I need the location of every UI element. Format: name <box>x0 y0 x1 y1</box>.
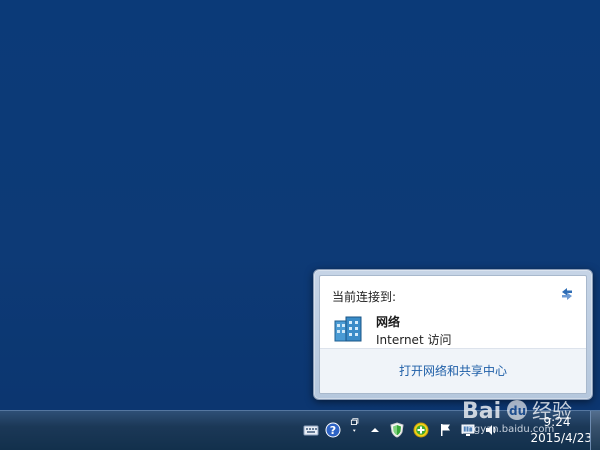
currently-connected-label: 当前连接到: <box>332 290 397 304</box>
baidu-logo: Bai du 经验 <box>462 399 572 424</box>
open-network-sharing-center-link[interactable]: 打开网络和共享中心 <box>320 362 586 379</box>
svg-text:Bai: Bai <box>462 399 501 424</box>
flyout-content: 当前连接到: 网络 Internet 访问 打开网络和共享中心 <box>319 275 587 394</box>
svg-text:?: ? <box>330 424 336 437</box>
network-status: Internet 访问 <box>376 333 452 347</box>
watermark-url: jingyan.baidu.com <box>462 424 555 435</box>
security-shield-icon[interactable] <box>389 422 405 438</box>
show-hidden-icons-arrow[interactable] <box>367 422 383 438</box>
network-name: 网络 <box>376 315 401 329</box>
network-flyout: 当前连接到: 网络 Internet 访问 打开网络和共享中心 <box>313 269 593 400</box>
help-icon[interactable]: ? <box>325 422 341 438</box>
action-center-flag-icon[interactable] <box>438 422 454 438</box>
green-plus-icon[interactable] <box>413 422 429 438</box>
restore-windows-icon[interactable] <box>347 418 363 434</box>
network-entry[interactable]: 网络 Internet 访问 <box>328 311 578 351</box>
refresh-icon[interactable] <box>558 285 576 303</box>
svg-text:经验: 经验 <box>532 399 572 423</box>
flyout-footer: 打开网络和共享中心 <box>320 348 586 393</box>
svg-text:du: du <box>509 404 526 418</box>
baidu-watermark: Bai du 经验 jingyan.baidu.com <box>462 396 592 436</box>
keyboard-icon[interactable] <box>303 422 319 438</box>
network-building-icon <box>334 316 362 342</box>
